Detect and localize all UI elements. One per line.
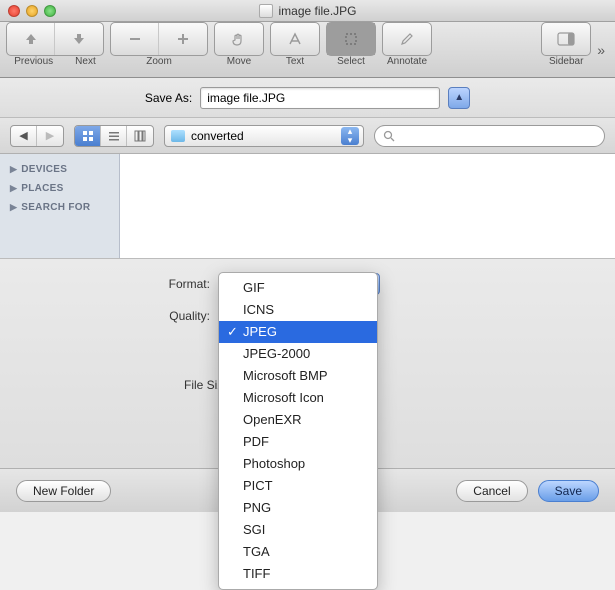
move-button[interactable] xyxy=(215,23,263,55)
window-title-text: image file.JPG xyxy=(278,4,356,18)
search-input[interactable] xyxy=(374,125,605,147)
sidebar-icon xyxy=(557,32,575,46)
forward-button[interactable]: ▶ xyxy=(37,126,63,146)
hand-icon xyxy=(231,31,247,47)
zoom-out-button[interactable] xyxy=(111,23,159,55)
close-icon[interactable] xyxy=(8,5,20,17)
folder-name: converted xyxy=(191,129,244,143)
sidebar-item-label: DEVICES xyxy=(21,164,67,175)
columns-icon xyxy=(134,130,146,142)
select-button[interactable] xyxy=(327,23,375,55)
next-label: Next xyxy=(75,56,96,67)
pencil-icon xyxy=(399,31,415,47)
format-menu-item[interactable]: PDF xyxy=(219,431,377,453)
sidebar-item-label: PLACES xyxy=(21,183,63,194)
window-titlebar: image file.JPG xyxy=(0,0,615,22)
folder-icon xyxy=(171,130,185,142)
format-menu-item[interactable]: TGA xyxy=(219,541,377,563)
disclosure-triangle-icon: ▶ xyxy=(10,164,17,175)
new-folder-button[interactable]: New Folder xyxy=(16,480,111,502)
zoom-group xyxy=(110,22,208,56)
traffic-lights xyxy=(8,5,56,17)
triangle-left-icon: ◀ xyxy=(19,129,27,142)
cancel-button[interactable]: Cancel xyxy=(456,480,527,502)
move-label: Move xyxy=(227,56,251,67)
save-as-row: Save As: ▲ xyxy=(0,78,615,118)
icon-view-button[interactable] xyxy=(75,126,101,146)
grid-icon xyxy=(82,130,94,142)
search-icon xyxy=(383,130,395,142)
disclosure-triangle-icon: ▶ xyxy=(10,202,17,213)
sidebar-item-devices[interactable]: ▶ DEVICES xyxy=(0,160,119,179)
previous-button[interactable] xyxy=(7,23,55,55)
file-list[interactable] xyxy=(120,154,615,258)
toolbar: Previous Next Zoom Move Text Select Annot… xyxy=(0,22,615,78)
triangle-right-icon: ▶ xyxy=(46,129,54,142)
format-menu-item[interactable]: PICT xyxy=(219,475,377,497)
annotate-label: Annotate xyxy=(387,56,427,67)
document-icon xyxy=(258,4,272,18)
text-icon xyxy=(287,31,303,47)
arrow-up-icon xyxy=(23,31,39,47)
format-menu-item[interactable]: SGI xyxy=(219,519,377,541)
sidebar-label: Sidebar xyxy=(549,56,583,67)
save-as-label: Save As: xyxy=(145,91,192,105)
folder-popup[interactable]: converted ▴▾ xyxy=(164,125,364,147)
format-menu-item[interactable]: OpenEXR xyxy=(219,409,377,431)
format-menu-item[interactable]: Microsoft BMP xyxy=(219,365,377,387)
format-menu-item[interactable]: ICNS xyxy=(219,299,377,321)
format-menu-item[interactable]: PNG xyxy=(219,497,377,519)
quality-label: Quality: xyxy=(20,309,220,323)
format-menu-item[interactable]: JPEG xyxy=(219,321,377,343)
text-button[interactable] xyxy=(271,23,319,55)
triangle-up-icon: ▲ xyxy=(454,92,464,103)
sidebar-button[interactable] xyxy=(542,23,590,55)
column-view-button[interactable] xyxy=(127,126,153,146)
zoom-label: Zoom xyxy=(146,56,172,67)
browser-nav-row: ◀ ▶ converted ▴▾ xyxy=(0,118,615,154)
back-button[interactable]: ◀ xyxy=(11,126,37,146)
format-menu-item[interactable]: TIFF xyxy=(219,563,377,585)
list-icon xyxy=(108,130,120,142)
format-menu-item[interactable]: Photoshop xyxy=(219,453,377,475)
sidebar: ▶ DEVICES ▶ PLACES ▶ SEARCH FOR xyxy=(0,154,120,258)
nav-group xyxy=(6,22,104,56)
updown-icon: ▴▾ xyxy=(341,127,359,145)
annotate-button[interactable] xyxy=(383,23,431,55)
view-switcher xyxy=(74,125,154,147)
text-label: Text xyxy=(286,56,304,67)
list-view-button[interactable] xyxy=(101,126,127,146)
disclosure-triangle-icon: ▶ xyxy=(10,183,17,194)
format-menu-item[interactable]: GIF xyxy=(219,277,377,299)
next-button[interactable] xyxy=(55,23,103,55)
format-menu[interactable]: GIFICNSJPEGJPEG-2000Microsoft BMPMicroso… xyxy=(218,272,378,590)
sidebar-item-places[interactable]: ▶ PLACES xyxy=(0,179,119,198)
zoom-in-button[interactable] xyxy=(159,23,207,55)
arrow-down-icon xyxy=(71,31,87,47)
minus-icon xyxy=(128,32,142,46)
selection-icon xyxy=(343,31,359,47)
format-label: Format: xyxy=(20,277,220,291)
file-browser: ▶ DEVICES ▶ PLACES ▶ SEARCH FOR xyxy=(0,154,615,258)
format-menu-item[interactable]: JPEG-2000 xyxy=(219,343,377,365)
save-as-input[interactable] xyxy=(200,87,440,109)
sidebar-item-searchfor[interactable]: ▶ SEARCH FOR xyxy=(0,198,119,217)
previous-label: Previous xyxy=(14,56,53,67)
sidebar-item-label: SEARCH FOR xyxy=(21,202,90,213)
save-button[interactable]: Save xyxy=(538,480,599,502)
zoom-window-icon[interactable] xyxy=(44,5,56,17)
toolbar-overflow-icon[interactable]: » xyxy=(597,42,605,58)
disclosure-button[interactable]: ▲ xyxy=(448,87,470,109)
window-title: image file.JPG xyxy=(258,4,356,18)
minimize-icon[interactable] xyxy=(26,5,38,17)
select-label: Select xyxy=(337,56,365,67)
plus-icon xyxy=(176,32,190,46)
format-menu-item[interactable]: Microsoft Icon xyxy=(219,387,377,409)
history-nav: ◀ ▶ xyxy=(10,125,64,147)
